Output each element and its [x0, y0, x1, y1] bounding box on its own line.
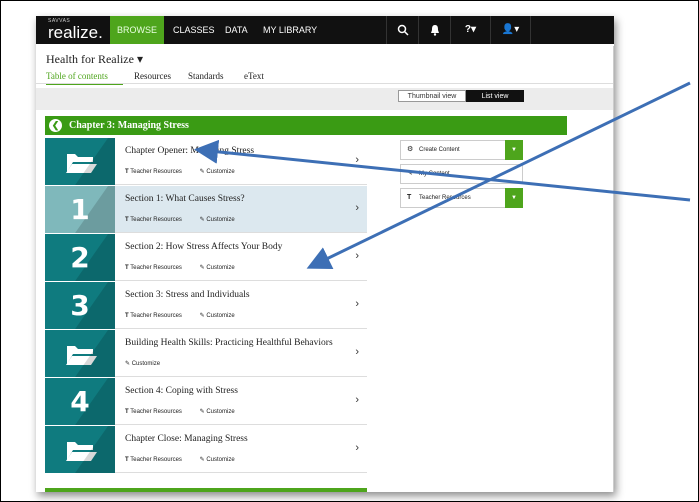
section-number: 1	[70, 193, 90, 226]
folder-tile	[45, 330, 115, 377]
folder-tile	[45, 138, 115, 185]
section-tile: 3	[45, 282, 115, 329]
chevron-right-icon[interactable]: ›	[355, 346, 359, 358]
section-tile: 2	[45, 234, 115, 281]
thumbnail-view-button[interactable]: Thumbnail view	[398, 90, 466, 102]
top-nav-bar: SAVVAS realize. BROWSE CLASSES DATA MY L…	[36, 16, 614, 44]
list-bottom-bar	[45, 488, 367, 492]
customize-link[interactable]: ✎ Customize	[200, 457, 243, 463]
section-tile: 1	[45, 186, 115, 233]
teacher-resources-button[interactable]: T Teacher Resources ▼	[400, 188, 523, 208]
row-title[interactable]: Section 2: How Stress Affects Your Body	[125, 242, 282, 252]
customize-link[interactable]: ✎ Customize	[200, 217, 243, 223]
teacher-resources-link[interactable]: T Teacher Resources	[125, 313, 190, 319]
customize-link[interactable]: ✎ Customize	[200, 313, 243, 319]
row-title[interactable]: Section 1: What Causes Stress?	[125, 194, 245, 204]
teacher-icon: T	[407, 194, 412, 201]
brand-logo[interactable]: SAVVAS realize.	[48, 18, 103, 43]
row-title[interactable]: Chapter Opener: Managing Stress	[125, 146, 254, 156]
list-view-button[interactable]: List view	[466, 90, 524, 102]
brand-name: realize.	[48, 23, 103, 42]
teacher-resources-link[interactable]: T Teacher Resources	[125, 217, 190, 223]
customize-link[interactable]: ✎ Customize	[200, 409, 243, 415]
chevron-right-icon[interactable]: ›	[355, 202, 359, 214]
teacher-resources-link[interactable]: T Teacher Resources	[125, 409, 190, 415]
search-icon[interactable]	[386, 16, 418, 44]
back-arrow-icon[interactable]: ❮	[49, 119, 62, 132]
tab-table-of-contents[interactable]: Table of contents	[46, 71, 108, 81]
chevron-right-icon[interactable]: ›	[355, 154, 359, 166]
window-edge	[613, 46, 614, 492]
customize-link[interactable]: ✎ Customize	[125, 361, 168, 367]
list-item[interactable]: Chapter Close: Managing Stress T Teacher…	[45, 426, 367, 473]
tab-etext[interactable]: eText	[244, 71, 264, 81]
teacher-resources-link[interactable]: T Teacher Resources	[125, 265, 190, 271]
tab-resources[interactable]: Resources	[134, 71, 171, 81]
section-number: 4	[70, 385, 90, 418]
my-content-button[interactable]: ✎ My Content	[400, 164, 523, 184]
section-number: 3	[70, 289, 90, 322]
list-item[interactable]: 1 Section 1: What Causes Stress? T Teach…	[45, 186, 367, 233]
bell-icon[interactable]	[418, 16, 450, 44]
list-item[interactable]: 3 Section 3: Stress and Individuals T Te…	[45, 282, 367, 329]
row-title[interactable]: Chapter Close: Managing Stress	[125, 434, 248, 444]
nav-my-library[interactable]: MY LIBRARY	[256, 16, 324, 44]
topbar-spacer	[530, 16, 614, 44]
nav-data[interactable]: DATA	[218, 16, 255, 44]
chapter-title: Chapter 3: Managing Stress	[69, 120, 189, 131]
row-title[interactable]: Section 4: Coping with Stress	[125, 386, 238, 396]
tab-standards[interactable]: Standards	[188, 71, 224, 81]
help-menu-icon[interactable]: ?▾	[450, 16, 490, 44]
customize-link[interactable]: ✎ Customize	[200, 265, 243, 271]
view-toggle-strip	[36, 88, 614, 110]
chapter-header: ❮ Chapter 3: Managing Stress	[45, 116, 567, 135]
section-tile: 4	[45, 378, 115, 425]
customize-link[interactable]: ✎ Customize	[200, 169, 243, 175]
chevron-right-icon[interactable]: ›	[355, 394, 359, 406]
section-number: 2	[70, 241, 90, 274]
list-item[interactable]: 2 Section 2: How Stress Affects Your Bod…	[45, 234, 367, 281]
nav-browse[interactable]: BROWSE	[110, 16, 165, 44]
list-item[interactable]: Chapter Opener: Managing Stress T Teache…	[45, 138, 367, 185]
chevron-right-icon[interactable]: ›	[355, 250, 359, 262]
chevron-down-icon[interactable]: ▼	[505, 188, 523, 208]
row-title[interactable]: Section 3: Stress and Individuals	[125, 290, 250, 300]
list-item[interactable]: 4 Section 4: Coping with Stress T Teache…	[45, 378, 367, 425]
folder-tile	[45, 426, 115, 473]
chevron-down-icon[interactable]: ▼	[505, 140, 523, 160]
teacher-resources-link[interactable]: T Teacher Resources	[125, 457, 190, 463]
create-content-button[interactable]: ⚙ Create Content ▼	[400, 140, 523, 160]
teacher-resources-link[interactable]: T Teacher Resources	[125, 169, 190, 175]
row-title[interactable]: Building Health Skills: Practicing Healt…	[125, 338, 333, 348]
list-item[interactable]: Building Health Skills: Practicing Healt…	[45, 330, 367, 377]
chevron-right-icon[interactable]: ›	[355, 298, 359, 310]
tab-divider	[36, 83, 614, 84]
pencil-icon: ✎	[407, 170, 413, 177]
user-menu-icon[interactable]: 👤▾	[490, 16, 530, 44]
chevron-right-icon[interactable]: ›	[355, 442, 359, 454]
app-window: SAVVAS realize. BROWSE CLASSES DATA MY L…	[36, 16, 614, 492]
course-title[interactable]: Health for Realize ▾	[46, 52, 143, 67]
nav-classes[interactable]: CLASSES	[166, 16, 222, 44]
gear-icon: ⚙	[407, 146, 414, 153]
